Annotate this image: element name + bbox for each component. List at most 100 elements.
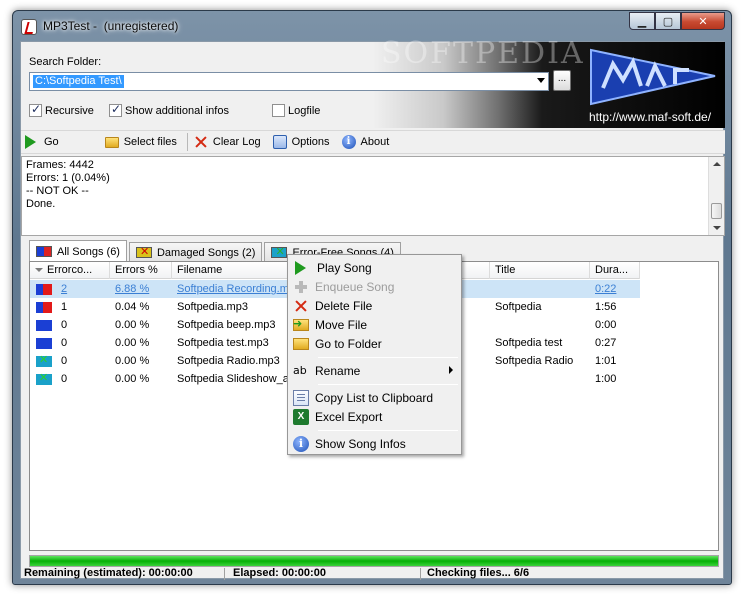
- menu-item-show-song-infos[interactable]: i Show Song Infos: [290, 434, 459, 453]
- toolbar-separator: [186, 133, 188, 151]
- cell-duration: 1:00: [595, 373, 617, 385]
- dropdown-arrow-icon[interactable]: [537, 78, 545, 83]
- tab-damaged-songs[interactable]: Damaged Songs (2): [128, 242, 263, 262]
- logfile-checkbox[interactable]: Logfile: [272, 104, 320, 117]
- menu-separator: [318, 357, 458, 358]
- progress-fill: [30, 556, 718, 566]
- search-folder-combobox[interactable]: C:\Softpedia Test\: [29, 72, 549, 91]
- menu-label: Move File: [315, 317, 368, 332]
- cell-errors: 0: [61, 373, 68, 385]
- folder-icon: [104, 136, 119, 148]
- cell-errors-pct: 0.00 %: [115, 355, 150, 367]
- recursive-checkbox[interactable]: Recursive: [29, 102, 94, 117]
- options-label: Options: [291, 136, 330, 148]
- cell-title: Softpedia Radio: [495, 355, 574, 367]
- cell-errors-pct: 0.00 %: [115, 319, 150, 331]
- cell-errors: 1: [61, 301, 68, 313]
- column-header-duration[interactable]: Dura...: [590, 262, 640, 279]
- maximize-button[interactable]: ▢: [655, 12, 681, 30]
- additional-infos-label: Show additional infos: [125, 104, 229, 117]
- window-title-app: MP3Test -: [43, 19, 98, 33]
- cell-duration: 0:27: [595, 337, 617, 349]
- toolbar: Go Select files Clear Log Options i Abou…: [21, 130, 725, 154]
- ok-song-icon: [36, 337, 52, 349]
- cell-errors: 0: [61, 337, 68, 349]
- error-free-song-icon: [36, 373, 52, 385]
- select-files-label: Select files: [123, 136, 177, 148]
- status-bar: Remaining (estimated): 00:00:00 Elapsed:…: [21, 568, 725, 580]
- cell-title: Softpedia: [495, 301, 542, 313]
- menu-item-go-to-folder[interactable]: Go to Folder: [290, 334, 459, 353]
- delete-icon: [293, 298, 309, 314]
- minimize-button[interactable]: ▁: [629, 12, 655, 30]
- clear-log-button[interactable]: Clear Log: [190, 131, 269, 153]
- close-button[interactable]: ✕: [681, 12, 725, 30]
- cell-errors-pct: 6.88 %: [115, 283, 150, 295]
- checkbox-icon[interactable]: [272, 104, 285, 117]
- status-remaining: Remaining (estimated): 00:00:00: [21, 568, 225, 580]
- menu-item-play-song[interactable]: Play Song: [290, 258, 459, 277]
- damaged-icon: [135, 245, 152, 258]
- scroll-up-icon[interactable]: [713, 162, 721, 166]
- tab-all-songs[interactable]: All Songs (6): [29, 240, 127, 262]
- clear-icon: [194, 135, 208, 149]
- menu-item-delete-file[interactable]: Delete File: [290, 296, 459, 315]
- title-bar[interactable]: MP3Test - (unregistered) ▁ ▢ ✕: [13, 11, 731, 41]
- menu-item-enqueue-song: Enqueue Song: [290, 277, 459, 296]
- ok-song-icon: [36, 319, 52, 331]
- excel-icon: X: [293, 408, 309, 425]
- menu-label: Go to Folder: [315, 336, 382, 351]
- window-title: MP3Test - (unregistered): [43, 19, 178, 33]
- browse-button[interactable]: ...: [553, 70, 571, 91]
- menu-label: Play Song: [317, 260, 372, 275]
- log-scrollbar[interactable]: [708, 157, 724, 235]
- menu-item-rename[interactable]: ab Rename: [290, 361, 459, 380]
- search-folder-label: Search Folder:: [29, 56, 102, 68]
- info-icon: i: [293, 435, 309, 452]
- context-menu: Play Song Enqueue Song Delete File Move …: [287, 254, 462, 455]
- menu-item-copy-list[interactable]: Copy List to Clipboard: [290, 388, 459, 407]
- watermark: SOFTPEDIA: [381, 36, 585, 71]
- menu-label: Enqueue Song: [315, 279, 395, 294]
- about-button[interactable]: i About: [338, 131, 398, 153]
- menu-item-excel-export[interactable]: X Excel Export: [290, 407, 459, 426]
- log-line: Frames: 4442: [26, 159, 94, 171]
- cell-errors-pct: 0.00 %: [115, 373, 150, 385]
- scroll-thumb[interactable]: [711, 203, 722, 219]
- sort-arrow-icon: [35, 268, 43, 272]
- cell-duration: 1:01: [595, 355, 617, 367]
- logfile-label: Logfile: [288, 104, 321, 117]
- cell-errors: 0: [61, 319, 68, 331]
- cell-errors: 0: [61, 355, 68, 367]
- search-folder-value: C:\Softpedia Test\: [33, 75, 124, 88]
- progress-bar: [29, 555, 719, 567]
- menu-item-move-file[interactable]: Move File: [290, 315, 459, 334]
- status-elapsed: Elapsed: 00:00:00: [225, 568, 421, 580]
- play-icon: [25, 135, 36, 149]
- checkbox-icon[interactable]: [29, 102, 42, 117]
- column-header-errorcount[interactable]: Errorco...: [30, 262, 110, 279]
- menu-separator: [318, 430, 458, 431]
- move-folder-icon: [293, 317, 309, 331]
- column-title: Errorco...: [47, 264, 93, 276]
- about-label: About: [360, 136, 390, 148]
- additional-infos-checkbox[interactable]: Show additional infos: [109, 102, 229, 117]
- tab-label: Damaged Songs (2): [156, 246, 256, 259]
- checkbox-icon[interactable]: [109, 102, 122, 117]
- log-line: Errors: 1 (0.04%): [26, 172, 110, 184]
- go-button[interactable]: Go: [21, 131, 67, 153]
- scroll-down-icon[interactable]: [713, 226, 721, 230]
- tab-label: All Songs (6): [57, 245, 120, 258]
- log-textarea[interactable]: Frames: 4442 Errors: 1 (0.04%) -- NOT OK…: [21, 156, 725, 236]
- column-header-errors-pct[interactable]: Errors %: [110, 262, 172, 279]
- play-icon: [295, 260, 306, 275]
- menu-label: Show Song Infos: [315, 436, 406, 451]
- submenu-arrow-icon: [449, 366, 453, 374]
- window-title-suffix: (unregistered): [103, 19, 179, 33]
- menu-label: Delete File: [315, 298, 373, 313]
- select-files-button[interactable]: Select files: [101, 131, 185, 153]
- website-link[interactable]: http://www.maf-soft.de/: [589, 110, 711, 124]
- damaged-song-icon: [36, 283, 52, 295]
- options-button[interactable]: Options: [269, 131, 338, 153]
- column-header-title[interactable]: Title: [490, 262, 590, 279]
